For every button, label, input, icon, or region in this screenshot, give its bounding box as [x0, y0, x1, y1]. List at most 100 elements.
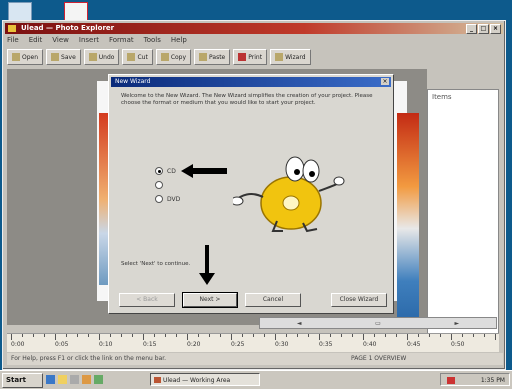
- ruler-tick: [44, 334, 45, 337]
- cd-mascot-icon: [233, 156, 345, 233]
- radio-cd[interactable]: CD: [155, 167, 176, 175]
- ruler-tick: [275, 334, 276, 340]
- ruler-label: 0:30: [275, 341, 289, 348]
- app-logo-icon: [8, 25, 16, 32]
- ruler-label: 0:50: [451, 341, 465, 348]
- cancel-button[interactable]: Cancel: [245, 293, 301, 307]
- clock: 1:35 PM: [480, 377, 505, 384]
- menu-edit[interactable]: Edit: [29, 36, 43, 46]
- ruler-tick: [220, 334, 221, 337]
- browser-icon[interactable]: [46, 375, 55, 384]
- left-arrow-icon: [181, 164, 227, 178]
- start-button[interactable]: Start: [2, 373, 43, 388]
- maximize-button[interactable]: □: [478, 24, 489, 34]
- quick-launch: [46, 375, 103, 384]
- copy-button[interactable]: Copy: [155, 49, 192, 65]
- desktop-document-icon[interactable]: [64, 2, 88, 22]
- ruler-tick: [484, 334, 485, 337]
- undo-button[interactable]: Undo: [83, 49, 120, 65]
- next-button[interactable]: Next >: [182, 292, 238, 308]
- minimize-button[interactable]: _: [466, 24, 477, 34]
- scroll-left-icon[interactable]: ◄: [297, 320, 302, 327]
- ruler-tick: [88, 334, 89, 337]
- dialog-close-icon[interactable]: ×: [381, 78, 389, 85]
- ruler-tick: [121, 334, 122, 337]
- ruler-tick: [264, 334, 265, 337]
- desktop-computer-icon[interactable]: [8, 2, 32, 22]
- menu-tools[interactable]: Tools: [144, 36, 161, 46]
- ruler-tick: [374, 334, 375, 337]
- items-panel-label: Items: [432, 93, 452, 101]
- ruler-tick: [22, 334, 23, 337]
- ruler-tick: [77, 334, 78, 337]
- ruler-tick: [165, 334, 166, 337]
- radio-option-2[interactable]: [155, 181, 167, 189]
- wand-icon: [275, 53, 284, 61]
- ruler-tick: [429, 334, 430, 337]
- ruler-tick: [176, 334, 177, 337]
- radio-dot-checked[interactable]: [155, 167, 163, 175]
- menu-file[interactable]: File: [7, 36, 19, 46]
- ruler-tick: [330, 334, 331, 337]
- menu-help[interactable]: Help: [171, 36, 187, 46]
- radio-dot[interactable]: [155, 181, 163, 189]
- scroll-thumb[interactable]: ▭: [375, 320, 381, 327]
- back-button[interactable]: < Back: [119, 293, 175, 307]
- close-wizard-button[interactable]: Close Wizard: [331, 293, 387, 307]
- ruler-label: 0:40: [363, 341, 377, 348]
- ruler-tick: [308, 334, 309, 337]
- app-icon[interactable]: [94, 375, 103, 384]
- dialog-hint: Select 'Next' to continue.: [121, 261, 191, 267]
- desktop-icon[interactable]: [70, 375, 79, 384]
- menu-bar: File Edit View Insert Format Tools Help: [7, 36, 187, 46]
- scroll-right-icon[interactable]: ►: [455, 320, 460, 327]
- ruler-tick: [473, 334, 474, 337]
- save-button[interactable]: Save: [46, 49, 81, 65]
- ruler-tick: [198, 334, 199, 337]
- menu-format[interactable]: Format: [109, 36, 134, 46]
- radio-dvd[interactable]: DVD: [155, 195, 180, 203]
- ruler-tick: [418, 334, 419, 337]
- menu-view[interactable]: View: [52, 36, 69, 46]
- taskbar-app-button[interactable]: Ulead — Working Area: [150, 373, 260, 386]
- system-tray: 1:35 PM: [440, 373, 510, 386]
- print-button[interactable]: Print: [233, 49, 268, 65]
- horizontal-scrollbar[interactable]: ◄ ▭ ►: [259, 317, 497, 329]
- open-button[interactable]: Open: [7, 49, 44, 65]
- artwork-right-strip: [397, 113, 419, 323]
- close-button[interactable]: ×: [490, 24, 501, 34]
- folder-icon[interactable]: [58, 375, 67, 384]
- media-icon[interactable]: [82, 375, 91, 384]
- taskbar: Start Ulead — Working Area 1:35 PM: [0, 370, 512, 389]
- menu-insert[interactable]: Insert: [79, 36, 99, 46]
- status-bar: For Help, press F1 or click the link on …: [7, 353, 503, 365]
- tray-volume-icon[interactable]: [447, 377, 455, 384]
- paste-icon: [199, 53, 208, 61]
- ruler-label: 0:45: [407, 341, 421, 348]
- app-titlebar: Ulead — Photo Explorer _ □ ×: [5, 23, 503, 34]
- copy-icon: [160, 53, 169, 61]
- items-panel[interactable]: Items: [427, 89, 499, 335]
- scissors-icon: [127, 53, 136, 61]
- cut-button[interactable]: Cut: [122, 49, 153, 65]
- ruler-tick: [55, 334, 56, 340]
- printer-icon: [238, 53, 247, 61]
- ruler-tick: [451, 334, 452, 340]
- dialog-titlebar: New Wizard ×: [111, 77, 391, 87]
- folder-icon: [12, 53, 20, 61]
- ruler-tick: [154, 334, 155, 337]
- timeline-ruler[interactable]: 0:00 0:05 0:10 0:15 0:20 0:25 0:30 0:35 …: [7, 333, 499, 352]
- radio-dot[interactable]: [155, 195, 163, 203]
- toolbar: Open Save Undo Cut Copy Paste Print Wiza…: [7, 49, 501, 65]
- ruler-tick: [187, 334, 188, 340]
- ruler-tick: [352, 334, 353, 337]
- new-wizard-dialog: New Wizard × Welcome to the New Wizard. …: [108, 74, 394, 314]
- ruler-tick: [209, 334, 210, 337]
- ruler-label: 0:25: [231, 341, 245, 348]
- disk-icon: [51, 53, 60, 61]
- ruler-label: 0:20: [187, 341, 201, 348]
- wizard-button[interactable]: Wizard: [270, 49, 311, 65]
- ruler-tick: [99, 334, 100, 340]
- paste-button[interactable]: Paste: [194, 49, 231, 65]
- ruler-tick: [110, 334, 111, 337]
